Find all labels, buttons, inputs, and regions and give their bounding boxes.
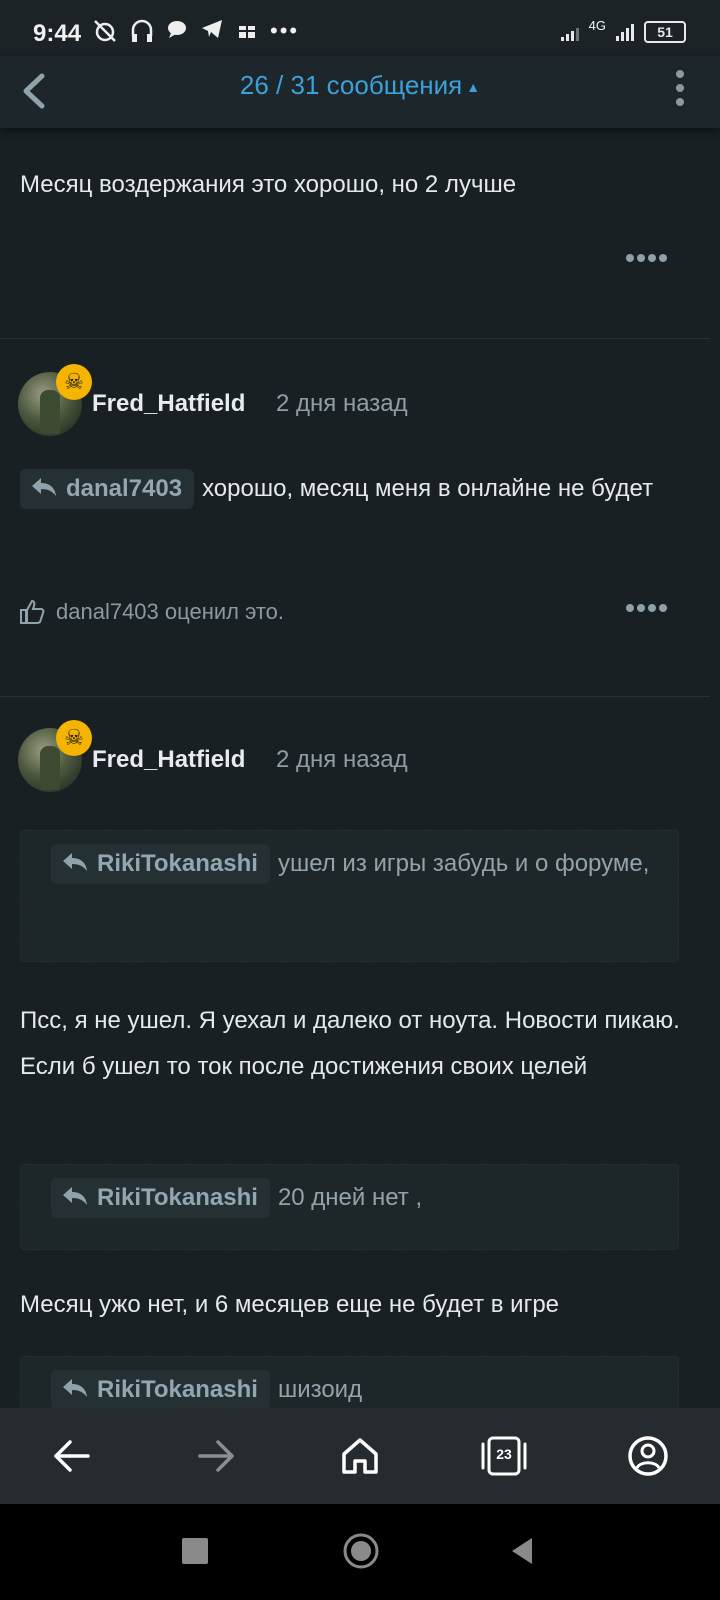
- post-more-icon[interactable]: [626, 254, 667, 262]
- post-timestamp[interactable]: 2 дня назад: [276, 390, 408, 418]
- overflow-menu-icon[interactable]: [670, 64, 690, 120]
- quote-author: RikiTokanashi: [97, 1184, 258, 1211]
- more-notifications-icon: •••: [270, 18, 300, 43]
- reply-mention[interactable]: danal7403: [20, 469, 195, 509]
- browser-bottom-nav: 23: [0, 1408, 720, 1504]
- network-type: 4G: [588, 18, 606, 33]
- reply-icon: [63, 853, 87, 871]
- quote-block[interactable]: RikiTokanashi 20 дней нет ,: [20, 1164, 679, 1250]
- quote-author: RikiTokanashi: [97, 850, 258, 877]
- reaction-row[interactable]: danal7403 оценил это.: [18, 598, 284, 626]
- chat-bubble-icon: [168, 21, 186, 38]
- quote-author-pill[interactable]: RikiTokanashi: [51, 1178, 270, 1218]
- post-more-icon[interactable]: [626, 604, 667, 612]
- reply-icon: [63, 1187, 87, 1205]
- post-header: ☠ Fred_Hatfield 2 дня назад: [18, 364, 698, 436]
- post-author[interactable]: Fred_Hatfield: [92, 390, 245, 418]
- post-divider: [0, 696, 710, 697]
- post-body: Псс, я не ушел. Я уехал и далеко от ноут…: [20, 1007, 680, 1080]
- sort-arrows-icon: ▲: [466, 79, 481, 96]
- home-icon[interactable]: [334, 1430, 386, 1482]
- forward-arrow-icon[interactable]: [190, 1430, 242, 1482]
- thread-content: Месяц воздержания это хорошо, но 2 лучше…: [0, 128, 720, 1408]
- tabs-count: 23: [496, 1446, 512, 1462]
- post-header: ☠ Fred_Hatfield 2 дня назад: [18, 720, 698, 792]
- battery-icon: 51: [644, 20, 686, 43]
- quote-text: 20 дней нет ,: [277, 1184, 423, 1211]
- alarm-off-icon: [94, 20, 116, 42]
- skull-badge-icon: ☠: [56, 720, 92, 756]
- page-counter-button[interactable]: 26 / 31 сообщения ▲: [0, 70, 720, 101]
- thumbs-up-icon: [20, 599, 45, 624]
- status-bar: 9:44 ••• 4G 51: [0, 0, 720, 56]
- quote-author-pill[interactable]: RikiTokanashi: [51, 844, 270, 884]
- status-right: 4G 51: [560, 18, 686, 45]
- post-body: danal7403 хорошо, месяц меня в онлайне не…: [20, 466, 690, 512]
- page-counter-label: 26 / 31 сообщения: [239, 70, 463, 100]
- back-arrow-icon[interactable]: [46, 1430, 98, 1482]
- status-time: 9:44: [33, 20, 82, 47]
- post-body: Месяц воздержания это хорошо, но 2 лучше: [20, 171, 517, 198]
- headphones-icon: [131, 19, 153, 42]
- quote-text: ушел из игры забудь и о форуме,: [277, 850, 650, 877]
- signal-weak-icon: [560, 23, 579, 41]
- recents-button[interactable]: [182, 1538, 208, 1564]
- tabs-button[interactable]: 23: [478, 1430, 530, 1482]
- reply-mention-name: danal7403: [66, 475, 183, 502]
- system-back-icon[interactable]: [508, 1536, 536, 1566]
- reaction-text: danal7403 оценил это.: [56, 599, 285, 624]
- quote-block[interactable]: RikiTokanashi шизоид: [20, 1356, 679, 1408]
- reply-icon: [63, 1379, 87, 1397]
- profile-icon[interactable]: [622, 1430, 674, 1482]
- post-body-text: хорошо, месяц меня в онлайне не будет: [202, 475, 654, 502]
- gift-icon: [238, 22, 256, 38]
- quote-author-pill[interactable]: RikiTokanashi: [51, 1370, 270, 1408]
- post-divider: [0, 338, 710, 339]
- skull-badge-icon: ☠: [56, 364, 92, 400]
- quote-block[interactable]: RikiTokanashi ушел из игры забудь и о фор…: [20, 830, 679, 962]
- home-circle-icon[interactable]: [342, 1532, 380, 1570]
- post-timestamp[interactable]: 2 дня назад: [276, 746, 408, 774]
- post-body: Месяц ужо нет, и 6 месяцев еще не будет …: [20, 1291, 560, 1318]
- reply-icon: [32, 478, 56, 496]
- telegram-icon: [202, 20, 222, 38]
- thread-top-bar: 26 / 31 сообщения ▲: [0, 56, 720, 128]
- quote-text: шизоид: [277, 1376, 363, 1403]
- notification-icons: •••: [92, 18, 299, 44]
- quote-author: RikiTokanashi: [97, 1376, 258, 1403]
- post-author[interactable]: Fred_Hatfield: [92, 746, 245, 774]
- system-nav-bar: [0, 1504, 720, 1600]
- signal-strong-icon: [616, 23, 634, 41]
